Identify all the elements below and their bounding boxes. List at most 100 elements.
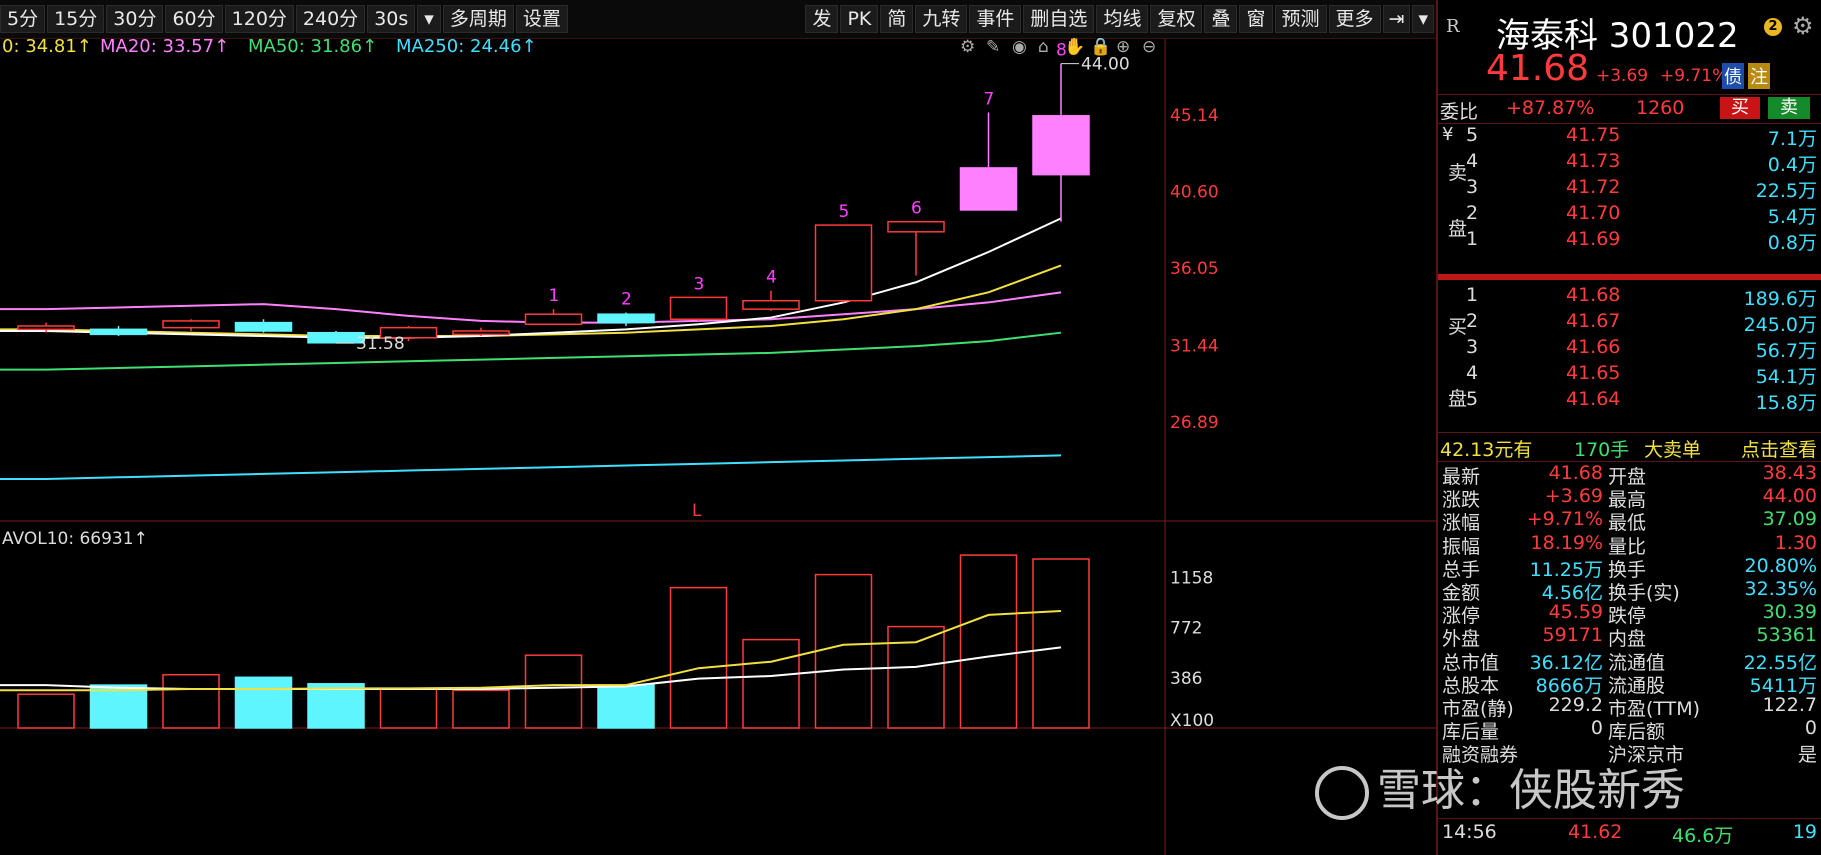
- zoom-out-icon[interactable]: ⊖: [1142, 38, 1156, 57]
- book-level: 1: [1466, 228, 1479, 250]
- order-book-row[interactable]: 2 41.67 245.0万: [1438, 310, 1821, 336]
- tool-button[interactable]: 删自选: [1023, 5, 1095, 33]
- expand-panel-icon[interactable]: ⇥: [1382, 5, 1411, 33]
- tool-button[interactable]: 窗: [1239, 5, 1273, 33]
- stat-value: 45.59: [1548, 601, 1603, 624]
- book-price: 41.75: [1566, 124, 1621, 146]
- stat-value: 30.39: [1762, 601, 1817, 624]
- period-button[interactable]: 240分: [295, 5, 366, 33]
- book-level: 2: [1466, 310, 1479, 332]
- candle-sequence-number: 5: [839, 202, 850, 222]
- order-book-row[interactable]: 4 41.73 0.4万: [1438, 150, 1821, 176]
- bond-tag[interactable]: 债: [1722, 63, 1744, 89]
- volume-bar: [669, 586, 728, 729]
- stat-row: 最新 41.68 开盘 38.43: [1438, 462, 1821, 488]
- tick-time: 14:56: [1442, 821, 1497, 843]
- tool-button[interactable]: PK: [840, 5, 879, 33]
- period-marker: L: [692, 501, 702, 521]
- order-book-row[interactable]: 4 41.65 54.1万: [1438, 362, 1821, 388]
- candle-body: [887, 220, 945, 233]
- volume-bar: [597, 684, 655, 729]
- settings-button[interactable]: 设置: [515, 5, 568, 33]
- book-level: 4: [1466, 362, 1479, 384]
- order-book-row[interactable]: 1 41.69 0.8万: [1438, 228, 1821, 254]
- sell-button[interactable]: 卖: [1768, 97, 1810, 119]
- stat-value: 41.68: [1548, 462, 1603, 484]
- last-price: 41.68: [1486, 48, 1590, 89]
- ma50-line: [0, 331, 1062, 371]
- stat-value: 是: [1797, 744, 1817, 767]
- candle-body: [162, 320, 220, 329]
- book-volume: 0.8万: [1767, 232, 1817, 254]
- order-ratio-row: 委比 +87.87% 1260 买 卖: [1438, 94, 1821, 124]
- multi-period-button[interactable]: 多周期: [442, 5, 514, 33]
- ma50-legend: MA50: 31.86↑: [248, 38, 377, 57]
- tool-button[interactable]: 发: [805, 5, 839, 33]
- buy-button[interactable]: 买: [1720, 97, 1760, 119]
- notification-badge[interactable]: 2: [1764, 18, 1782, 36]
- candle-body: [17, 325, 75, 331]
- gear-icon[interactable]: ⚙: [1792, 12, 1814, 40]
- dropdown-chevron-icon[interactable]: ▾: [417, 5, 441, 33]
- ma250-legend: MA250: 24.46↑: [396, 38, 537, 57]
- period-button[interactable]: 60分: [165, 5, 223, 33]
- tool-button[interactable]: 简: [880, 5, 914, 33]
- quote-header: R 海泰科 301022 2 ⚙ 41.68 +3.69 +9.71% 债 注: [1438, 0, 1821, 92]
- period-button[interactable]: 30分: [106, 5, 164, 33]
- volume-bar: [524, 654, 583, 729]
- book-volume: 15.8万: [1755, 392, 1817, 414]
- trash-icon[interactable]: ⌂: [1038, 38, 1049, 57]
- price-change-pct: +9.71%: [1660, 66, 1729, 86]
- order-book-row[interactable]: 1 41.68 189.6万: [1438, 284, 1821, 310]
- period-button[interactable]: 120分: [224, 5, 294, 33]
- order-book-row[interactable]: 5 41.75 7.1万: [1438, 124, 1821, 150]
- book-price: 41.64: [1566, 388, 1621, 410]
- book-price: 41.67: [1566, 310, 1621, 332]
- tool-button[interactable]: 叠: [1204, 5, 1238, 33]
- volume-axis-unit: X100: [1170, 711, 1214, 731]
- period-button[interactable]: 15分: [47, 5, 105, 33]
- period-button[interactable]: 5分: [0, 5, 46, 33]
- book-price: 41.72: [1566, 176, 1621, 198]
- kline-chart[interactable]: 0: 34.81↑ MA20: 33.57↑ MA50: 31.86↑ MA250: …: [0, 38, 1436, 855]
- order-book-row[interactable]: 5 41.64 15.8万: [1438, 388, 1821, 414]
- menu-chevron-icon[interactable]: ▾: [1412, 5, 1434, 33]
- stat-value: 122.7: [1762, 694, 1817, 716]
- quote-sidebar: R 海泰科 301022 2 ⚙ 41.68 +3.69 +9.71% 债 注 …: [1436, 0, 1821, 855]
- view-details-link[interactable]: 点击查看: [1741, 435, 1817, 462]
- tool-button[interactable]: 均线: [1096, 5, 1149, 33]
- volume-bar: [17, 693, 75, 729]
- book-price: 41.66: [1566, 336, 1621, 358]
- order-book-row[interactable]: 3 41.66 56.7万: [1438, 336, 1821, 362]
- candle-sequence-number: 7: [984, 89, 995, 109]
- latest-tick[interactable]: 14:56 41.62 46.6万 19: [1438, 818, 1821, 849]
- price-axis-label: 31.44: [1170, 336, 1219, 356]
- book-volume: 189.6万: [1743, 288, 1817, 310]
- book-level: 5: [1466, 124, 1479, 146]
- note-tag[interactable]: 注: [1748, 63, 1770, 89]
- book-level: 3: [1466, 336, 1479, 358]
- book-divider: [1438, 274, 1821, 280]
- order-book-row[interactable]: 2 41.70 5.4万: [1438, 202, 1821, 228]
- volume-bar: [959, 554, 1018, 729]
- stat-row: 市盈(静) 229.2 市盈(TTM) 122.7: [1438, 694, 1821, 720]
- candle-body: [524, 313, 583, 326]
- tool-button[interactable]: 九转: [915, 5, 968, 33]
- book-volume: 5.4万: [1767, 206, 1817, 228]
- book-level: 1: [1466, 284, 1479, 306]
- tool-button[interactable]: 复权: [1150, 5, 1203, 33]
- tool-button[interactable]: 事件: [969, 5, 1022, 33]
- candle-sequence-number: 6: [911, 199, 922, 219]
- volume-bar: [452, 689, 510, 729]
- eye-icon[interactable]: ◉: [1012, 38, 1027, 57]
- stat-row: 涨幅 +9.71% 最低 37.09: [1438, 508, 1821, 534]
- pen-icon[interactable]: ✎: [986, 38, 1000, 57]
- order-book-row[interactable]: 3 41.72 22.5万: [1438, 176, 1821, 202]
- settings-icon[interactable]: ⚙: [960, 38, 975, 57]
- tool-button[interactable]: 更多: [1328, 5, 1381, 33]
- book-volume: 22.5万: [1755, 180, 1817, 202]
- ma10-legend: 0: 34.81↑: [2, 38, 92, 57]
- period-button[interactable]: 30s: [367, 5, 416, 33]
- tool-button[interactable]: 预测: [1274, 5, 1327, 33]
- volume-bar: [89, 684, 148, 729]
